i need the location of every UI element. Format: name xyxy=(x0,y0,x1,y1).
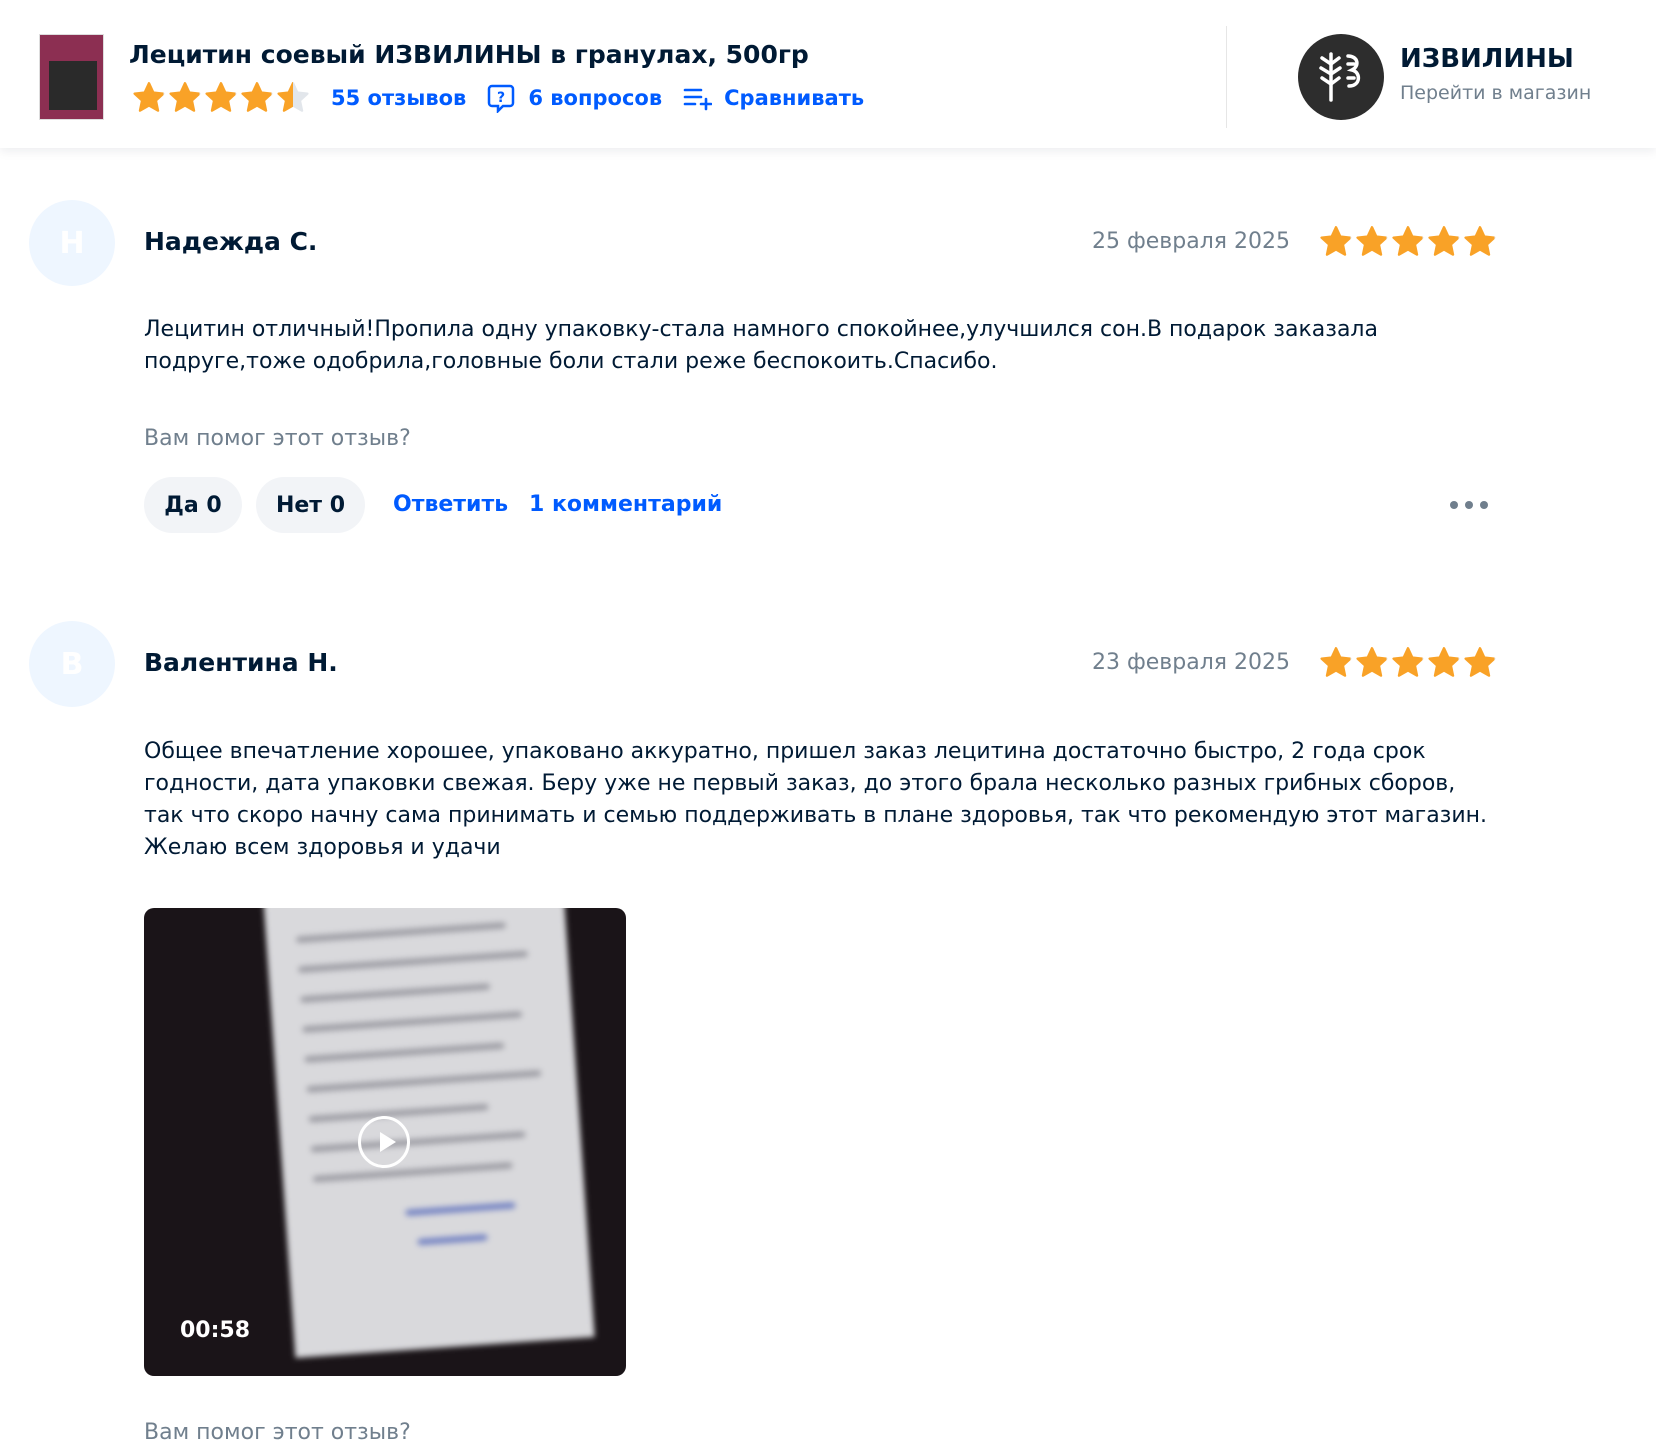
reply-button[interactable]: Ответить xyxy=(393,492,508,517)
more-dot-icon xyxy=(1480,501,1488,509)
review-date: 23 февраля 2025 xyxy=(1091,650,1290,675)
avatar: В xyxy=(29,621,115,707)
helpful-prompt: Вам помог этот отзыв? xyxy=(144,1420,411,1445)
star-icon xyxy=(1428,647,1460,677)
star-icon xyxy=(205,82,237,112)
vote-yes-button[interactable]: Да 0 xyxy=(144,477,242,533)
comments-link[interactable]: 1 комментарий xyxy=(529,492,722,517)
questions-link[interactable]: ? 6 вопросов xyxy=(486,83,662,113)
compare-list-icon xyxy=(683,88,713,111)
review-video[interactable]: 00:58 xyxy=(144,908,626,1376)
questions-link-label: 6 вопросов xyxy=(528,86,663,110)
compare-link-label: Сравнивать xyxy=(724,86,865,110)
review-rating-stars xyxy=(1318,224,1498,260)
store-name[interactable]: ИЗВИЛИНЫ xyxy=(1400,44,1574,74)
star-icon xyxy=(1392,226,1424,256)
star-icon xyxy=(133,82,165,112)
review-text: Общее впечатление хорошее, упаковано акк… xyxy=(144,739,1488,860)
avatar: Н xyxy=(29,200,115,286)
review-author: Надежда С. xyxy=(144,227,318,256)
star-icon xyxy=(241,82,273,112)
star-icon xyxy=(1464,647,1496,677)
review-text: Лецитин отличный!Пропила одну упаковку-с… xyxy=(144,317,1378,374)
product-meta-row: 55 отзывов ? 6 вопросов Сравнивать xyxy=(131,80,864,116)
star-icon xyxy=(1356,647,1388,677)
star-icon xyxy=(169,82,201,112)
compare-link[interactable]: Сравнивать xyxy=(682,85,864,111)
svg-text:?: ? xyxy=(497,90,505,106)
more-dot-icon xyxy=(1450,501,1458,509)
star-icon xyxy=(1392,647,1424,677)
header-divider xyxy=(1226,26,1227,128)
video-frame-image xyxy=(263,908,595,1358)
helpful-prompt: Вам помог этот отзыв? xyxy=(144,426,411,451)
star-icon xyxy=(1356,226,1388,256)
store-logo-icon xyxy=(1319,52,1361,102)
review-author: Валентина Н. xyxy=(144,648,338,677)
more-dot-icon xyxy=(1465,501,1473,509)
store-logo[interactable] xyxy=(1298,34,1384,120)
star-icon xyxy=(1464,226,1496,256)
more-options-button[interactable] xyxy=(1450,495,1488,515)
star-icon xyxy=(277,82,309,112)
question-bubble-icon: ? xyxy=(488,84,515,113)
product-header: Лецитин соевый ИЗВИЛИНЫ в гранулах, 500г… xyxy=(0,0,1656,148)
product-rating-stars xyxy=(131,80,311,116)
star-icon xyxy=(1320,226,1352,256)
star-icon xyxy=(1428,226,1460,256)
vote-no-button[interactable]: Нет 0 xyxy=(256,477,365,533)
review-rating-stars xyxy=(1318,645,1498,681)
go-to-store-link[interactable]: Перейти в магазин xyxy=(1400,82,1591,104)
product-thumbnail[interactable] xyxy=(39,34,104,120)
review-date: 25 февраля 2025 xyxy=(1091,229,1290,254)
play-icon[interactable] xyxy=(358,1116,410,1168)
product-title: Лецитин соевый ИЗВИЛИНЫ в гранулах, 500г… xyxy=(129,40,809,69)
video-duration: 00:58 xyxy=(180,1318,251,1343)
star-icon xyxy=(1320,647,1352,677)
reviews-link[interactable]: 55 отзывов xyxy=(331,86,466,110)
